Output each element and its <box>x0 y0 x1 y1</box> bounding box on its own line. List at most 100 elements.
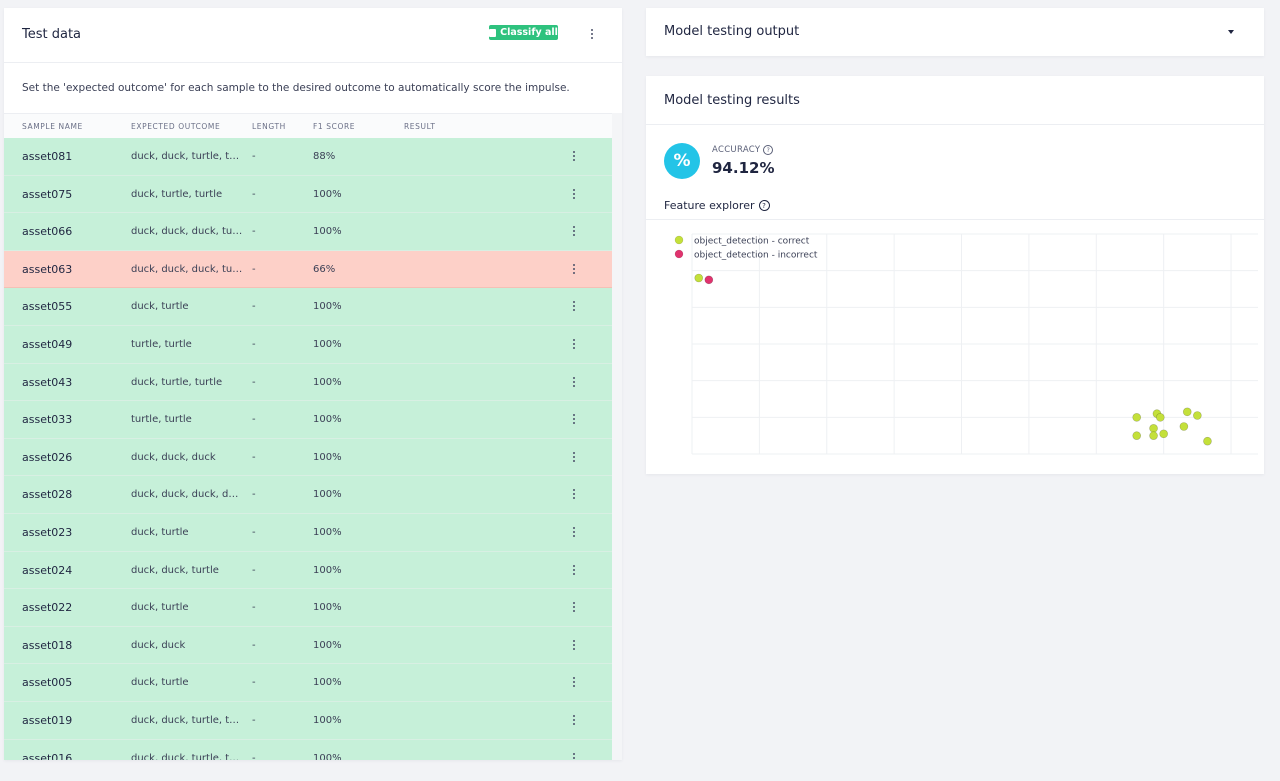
table-row[interactable]: asset049 turtle, turtle - 100% <box>4 325 612 364</box>
sample-name: asset023 <box>22 525 73 539</box>
help-icon[interactable]: ? <box>763 145 774 155</box>
table-row[interactable]: asset066 duck, duck, duck, turtl... - 100% <box>4 213 612 251</box>
test-data-description: Set the 'expected outcome' for each samp… <box>22 82 570 94</box>
table-row[interactable]: asset081 duck, duck, turtle, turtle - 88% <box>4 138 612 176</box>
sample-length: - <box>252 226 256 238</box>
sample-name: asset028 <box>22 488 73 502</box>
expected-outcome: duck, turtle <box>131 677 189 689</box>
f1-score: 100% <box>313 376 342 388</box>
row-menu-icon[interactable] <box>568 187 580 201</box>
column-header: F1 SCORE <box>313 122 356 131</box>
test-data-table-body: asset081 duck, duck, turtle, turtle -88% as… <box>4 138 612 760</box>
f1-score: 100% <box>313 526 342 538</box>
sample-length: - <box>252 451 256 463</box>
divider <box>646 219 1264 220</box>
expected-outcome: duck, turtle <box>131 301 189 313</box>
sample-length: - <box>252 526 256 538</box>
test-data-header: Test data Classify all <box>4 8 622 63</box>
table-row[interactable]: asset075 duck, turtle, turtle - 100% <box>4 175 612 214</box>
expected-outcome: duck, turtle <box>131 526 189 538</box>
row-menu-icon[interactable] <box>568 299 580 313</box>
f1-score: 100% <box>313 714 342 726</box>
expected-outcome: duck, duck, turtle, turtle <box>131 752 244 761</box>
sample-length: - <box>252 263 256 275</box>
table-row[interactable]: asset016 duck, duck, turtle, turtle - 100% <box>4 739 612 761</box>
model-testing-results-card: Model testing results % ACCURACY ? 94.12… <box>646 76 1264 474</box>
sample-name: asset043 <box>22 375 73 389</box>
row-menu-icon[interactable] <box>568 337 580 351</box>
row-menu-icon[interactable] <box>568 600 580 614</box>
percent-icon: % <box>664 143 700 179</box>
model-testing-output-card[interactable]: Model testing output <box>646 8 1264 56</box>
table-row[interactable]: asset026 duck, duck, duck - 100% <box>4 438 612 477</box>
f1-score: 100% <box>313 602 342 614</box>
feature-explorer-chart[interactable]: object_detection - correct object_detecti… <box>646 226 1264 466</box>
results-header: Model testing results <box>646 76 1264 125</box>
expected-outcome: turtle, turtle <box>131 338 192 350</box>
sample-name: asset024 <box>22 563 73 577</box>
test-data-panel: Test data Classify all Set the 'expected… <box>4 8 622 760</box>
sample-name: asset063 <box>22 262 73 276</box>
help-icon[interactable]: ? <box>758 200 770 211</box>
table-row[interactable]: asset024 duck, duck, turtle - 100% <box>4 551 612 590</box>
data-point-correct <box>1132 431 1142 440</box>
row-menu-icon[interactable] <box>568 412 580 426</box>
table-row[interactable]: asset043 duck, turtle, turtle - 100% <box>4 363 612 402</box>
table-row[interactable]: asset033 turtle, turtle - 100% <box>4 401 612 439</box>
sample-name: asset055 <box>22 300 73 314</box>
table-row[interactable]: asset063 duck, duck, duck, turtle - 66% <box>4 250 612 289</box>
sample-name: asset019 <box>22 713 73 727</box>
row-menu-icon[interactable] <box>568 224 580 238</box>
legend-label: object_detection - incorrect <box>694 251 818 261</box>
expected-outcome: duck, duck, turtle, turtle <box>131 714 244 726</box>
table-row[interactable]: asset028 duck, duck, duck, duck... - 100% <box>4 476 612 514</box>
f1-score: 100% <box>313 301 342 313</box>
expected-outcome: duck, duck, duck, turtle <box>131 263 244 275</box>
table-row[interactable]: asset019 duck, duck, turtle, turtle - 100% <box>4 701 612 740</box>
table-header: SAMPLE NAME EXPECTED OUTCOME LENGTH F1 S… <box>4 113 612 139</box>
sample-length: - <box>252 677 256 689</box>
expected-outcome: duck, duck, duck, duck... <box>131 489 244 501</box>
expected-outcome: duck, turtle <box>131 602 189 614</box>
row-menu-icon[interactable] <box>568 563 580 577</box>
sample-length: - <box>252 564 256 576</box>
column-header: SAMPLE NAME <box>22 122 83 131</box>
accuracy-label: ACCURACY <box>712 145 761 155</box>
expected-outcome: duck, turtle, turtle <box>131 188 223 200</box>
table-row[interactable]: asset023 duck, turtle - 100% <box>4 513 612 552</box>
column-header: LENGTH <box>252 122 286 131</box>
table-scrollbar[interactable] <box>612 113 622 760</box>
sample-name: asset026 <box>22 450 73 464</box>
table-row[interactable]: asset022 duck, turtle - 100% <box>4 589 612 627</box>
classify-all-button[interactable]: Classify all <box>489 25 558 40</box>
row-menu-icon[interactable] <box>568 675 580 689</box>
sample-name: asset005 <box>22 676 73 690</box>
sample-name: asset049 <box>22 337 73 351</box>
sample-name: asset081 <box>22 150 73 163</box>
table-row[interactable]: asset005 duck, turtle - 100% <box>4 664 612 702</box>
row-menu-icon[interactable] <box>568 713 580 727</box>
row-menu-icon[interactable] <box>568 751 580 761</box>
f1-score: 100% <box>313 752 342 761</box>
sample-name: asset016 <box>22 751 73 761</box>
table-row[interactable]: asset055 duck, turtle - 100% <box>4 288 612 326</box>
table-row[interactable]: asset018 duck, duck - 100% <box>4 626 612 665</box>
data-point-correct <box>1179 422 1189 431</box>
row-menu-icon[interactable] <box>568 525 580 539</box>
row-menu-icon[interactable] <box>568 450 580 464</box>
sample-length: - <box>252 151 256 162</box>
row-menu-icon[interactable] <box>568 638 580 652</box>
sample-length: - <box>252 188 256 200</box>
model-testing-results-title: Model testing results <box>664 93 800 108</box>
data-point-correct <box>1132 413 1142 422</box>
row-menu-icon[interactable] <box>568 375 580 389</box>
more-options-icon[interactable] <box>586 27 598 41</box>
model-testing-output-title: Model testing output <box>664 24 800 39</box>
row-menu-icon[interactable] <box>568 149 580 163</box>
caret-down-icon[interactable] <box>1228 30 1234 34</box>
f1-score: 100% <box>313 564 342 576</box>
row-menu-icon[interactable] <box>568 262 580 276</box>
row-menu-icon[interactable] <box>568 487 580 501</box>
data-point-correct <box>694 273 704 283</box>
legend-marker <box>674 235 684 245</box>
